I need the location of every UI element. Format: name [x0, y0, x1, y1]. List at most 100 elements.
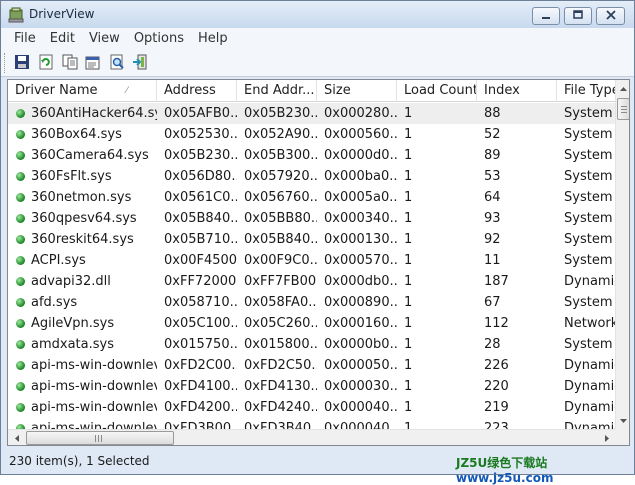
table-row[interactable]: afd.sys 0x058710... 0x058FA0... 0x000890...… — [8, 292, 615, 313]
status-text: 230 item(s), 1 Selected — [9, 454, 150, 468]
vertical-scrollbar[interactable] — [615, 80, 629, 429]
title-bar[interactable]: DriverView — [1, 1, 634, 28]
cell-index: 226 — [484, 358, 509, 373]
cell-address: 0x00F45000 — [164, 253, 237, 268]
cell-load-count: 1 — [404, 400, 413, 415]
cell-file-type: Dynamic — [564, 358, 615, 373]
horizontal-scrollbar[interactable] — [8, 429, 615, 445]
cell-end-address: 0x052A90... — [244, 127, 317, 142]
status-bar: 230 item(s), 1 Selected JZ5U绿色下载站www.jz5… — [1, 449, 634, 485]
table-row[interactable]: 360FsFlt.sys 0x056D80... 0x057920... 0x000b… — [8, 166, 615, 187]
cell-load-count: 1 — [404, 358, 413, 373]
cell-file-type: System D — [564, 127, 615, 142]
menu-file[interactable]: File — [7, 31, 43, 46]
cell-size: 0x000160... — [324, 316, 397, 331]
table-row[interactable]: 360netmon.sys 0x0561C0... 0x056760... 0x000… — [8, 187, 615, 208]
driver-status-icon — [16, 403, 25, 412]
cell-size: 0x000890... — [324, 295, 397, 310]
driver-status-icon — [16, 214, 25, 223]
table-row[interactable]: 360AntiHacker64.sys 0x05AFB0... 0x05B230..… — [8, 103, 615, 124]
cell-driver-name: 360AntiHacker64.sys — [8, 103, 157, 124]
cell-file-type: System D — [564, 211, 615, 226]
table-row[interactable]: 360reskit64.sys 0x05B710... 0x05B840... 0x0… — [8, 229, 615, 250]
column-driver-name[interactable]: Driver Name ⁄ — [8, 80, 157, 102]
scroll-down-button[interactable] — [616, 412, 629, 429]
find-button[interactable] — [107, 53, 127, 73]
cell-address: 0xFD3B00... — [164, 421, 237, 429]
driver-status-icon — [16, 361, 25, 370]
column-size[interactable]: Size — [317, 80, 397, 102]
cell-load-count: 1 — [404, 232, 413, 247]
cell-address: 0x058710... — [164, 295, 237, 310]
window-title: DriverView — [29, 7, 95, 21]
driverview-window: DriverView File Edit View Options Help D… — [0, 0, 635, 485]
cell-load-count: 1 — [404, 190, 413, 205]
menu-view[interactable]: View — [82, 31, 127, 46]
cell-size: 0x000040... — [324, 421, 397, 429]
menu-edit[interactable]: Edit — [43, 31, 82, 46]
table-row[interactable]: api-ms-win-downlev... 0xFD4100... 0xFD4130… — [8, 376, 615, 397]
table-row[interactable]: api-ms-win-downlev... 0xFD4200... 0xFD4240… — [8, 397, 615, 418]
table-row[interactable]: 360Camera64.sys 0x05B230... 0x05B300... 0x0… — [8, 145, 615, 166]
table-row[interactable]: ACPI.sys 0x00F45000 0x00F9C0... 0x000570...… — [8, 250, 615, 271]
table-row[interactable]: AgileVpn.sys 0x05C100... 0x05C260... 0x0001… — [8, 313, 615, 334]
close-button[interactable] — [596, 7, 625, 25]
cell-driver-name: api-ms-win-downlev... — [8, 355, 157, 376]
menu-help[interactable]: Help — [191, 31, 235, 46]
cell-end-address: 0x05B300... — [244, 148, 317, 163]
scroll-up-button[interactable] — [616, 80, 629, 97]
scrollbar-corner — [615, 429, 629, 445]
cell-end-address: 0x05BB80... — [244, 211, 317, 226]
cell-address: 0x015750... — [164, 337, 237, 352]
cell-index: 220 — [484, 379, 509, 394]
cell-file-type: Dynamic — [564, 400, 615, 415]
driver-status-icon — [16, 172, 25, 181]
cell-driver-name: api-ms-win-downlev... — [8, 397, 157, 418]
table-row[interactable]: api-ms-win-downlev... 0xFD3B00... 0xFD3B40… — [8, 418, 615, 429]
find-icon — [109, 54, 125, 73]
cell-file-type: Dynamic — [564, 274, 615, 289]
copy-button[interactable] — [60, 53, 80, 73]
horizontal-scroll-thumb[interactable] — [26, 431, 174, 445]
column-end-address[interactable]: End Addr... — [237, 80, 317, 102]
list-rows: 360AntiHacker64.sys 0x05AFB0... 0x05B230..… — [8, 103, 615, 429]
table-row[interactable]: api-ms-win-downlev... 0xFD2C00... 0xFD2C50… — [8, 355, 615, 376]
cell-end-address: 0x057920... — [244, 169, 317, 184]
cell-driver-name: 360qpesv64.sys — [8, 208, 157, 229]
cell-size: 0x000db0... — [324, 274, 397, 289]
driver-status-icon — [16, 151, 25, 160]
scroll-right-button[interactable] — [598, 430, 615, 445]
table-row[interactable]: advapi32.dll 0xFF720000 0xFF7FB000 0x000db0… — [8, 271, 615, 292]
refresh-button[interactable] — [36, 53, 56, 73]
exit-button[interactable] — [130, 53, 150, 73]
column-index[interactable]: Index — [477, 80, 557, 102]
menu-options[interactable]: Options — [127, 31, 191, 46]
cell-load-count: 1 — [404, 295, 413, 310]
column-load-count[interactable]: Load Count — [397, 80, 477, 102]
chevron-down-icon — [620, 418, 627, 423]
toolbar-grip[interactable] — [4, 53, 7, 73]
vertical-scroll-thumb[interactable] — [617, 98, 629, 120]
cell-driver-name: api-ms-win-downlev... — [8, 418, 157, 429]
driver-status-icon — [16, 256, 25, 265]
cell-file-type: System D — [564, 190, 615, 205]
cell-address: 0xFD2C00... — [164, 358, 237, 373]
driver-list[interactable]: Driver Name ⁄ Address End Addr... Size L… — [7, 79, 630, 446]
scroll-left-button[interactable] — [8, 430, 25, 445]
maximize-button[interactable] — [564, 7, 592, 25]
chevron-right-icon — [604, 434, 609, 442]
save-button[interactable] — [12, 53, 32, 73]
cell-index: 53 — [484, 169, 501, 184]
cell-end-address: 0x05B840... — [244, 232, 317, 247]
cell-size: 0x000570... — [324, 253, 397, 268]
watermark-url: www.jz5u.com — [456, 471, 554, 485]
column-address[interactable]: Address — [157, 80, 237, 102]
table-row[interactable]: 360qpesv64.sys 0x05B840... 0x05BB80... 0x00… — [8, 208, 615, 229]
properties-button[interactable] — [83, 53, 103, 73]
table-row[interactable]: amdxata.sys 0x015750... 0x015800... 0x0000b… — [8, 334, 615, 355]
cell-size: 0x000030... — [324, 379, 397, 394]
minimize-button[interactable] — [532, 7, 560, 25]
table-row[interactable]: 360Box64.sys 0x052530... 0x052A90... 0x0005… — [8, 124, 615, 145]
cell-driver-name: afd.sys — [8, 292, 157, 313]
cell-load-count: 1 — [404, 127, 413, 142]
